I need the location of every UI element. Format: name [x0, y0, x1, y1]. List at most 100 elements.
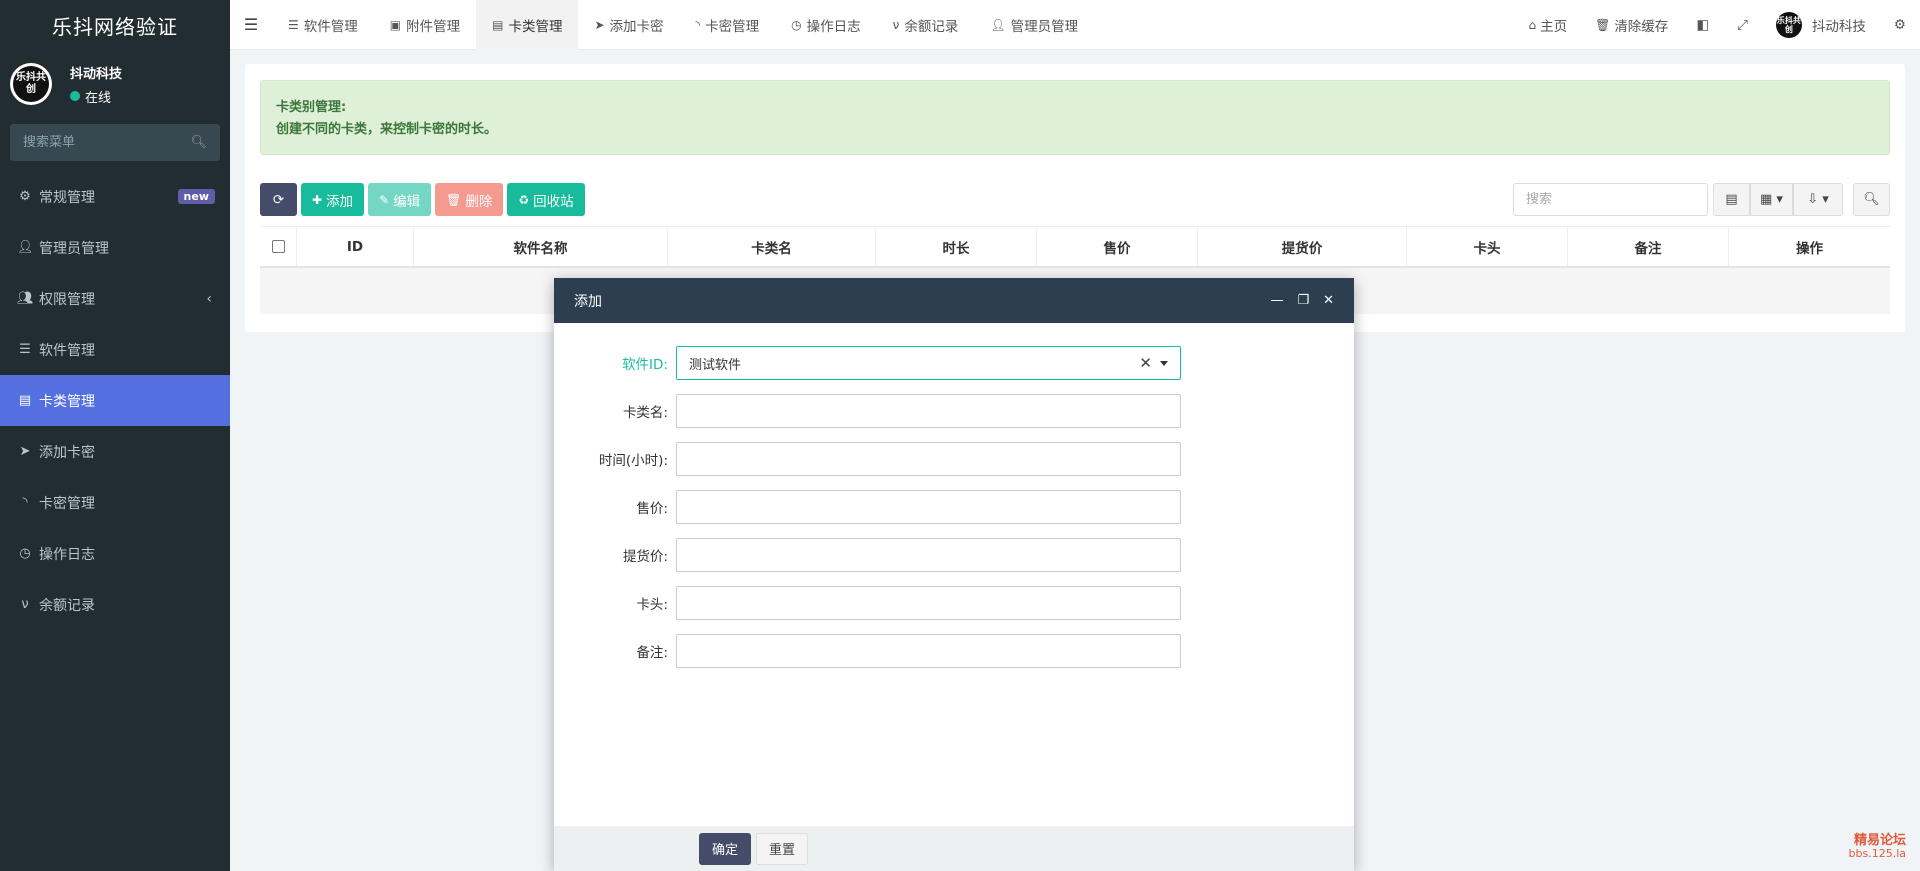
tab-card-types[interactable]: ▤ 卡类管理: [476, 0, 579, 50]
search-icon[interactable]: 🔍︎: [190, 135, 207, 150]
user-icon: 👤︎: [990, 17, 1006, 32]
reset-button[interactable]: 重置: [756, 832, 809, 865]
sidebar-item-balance[interactable]: ν 余额记录: [0, 579, 230, 630]
dialog-footer: 确定 重置: [554, 826, 1354, 871]
vimeo-icon: ν: [21, 597, 29, 612]
refresh-button[interactable]: ⟳: [260, 183, 297, 216]
table-search-input[interactable]: [1526, 192, 1695, 207]
tab-admins[interactable]: 👤︎ 管理员管理: [974, 0, 1094, 50]
sidebar-item-software[interactable]: ☰ 软件管理: [0, 324, 230, 375]
list-icon: ☰: [288, 17, 299, 32]
card-name-field: [676, 394, 1181, 428]
column-header[interactable]: ID: [297, 227, 414, 266]
fullscreen-icon[interactable]: ⤢: [1723, 0, 1762, 50]
sidebar-item-label: 软件管理: [39, 342, 95, 359]
user-menu[interactable]: 乐抖共创 抖动科技: [1762, 0, 1880, 50]
export-dropdown-icon[interactable]: ⇩ ▾: [1793, 183, 1843, 216]
delete-button[interactable]: 🗑︎ 删除: [435, 183, 504, 216]
minimize-icon[interactable]: —: [1270, 293, 1283, 308]
column-header[interactable]: 备注: [1568, 227, 1729, 266]
duration-field: [676, 442, 1181, 476]
sidebar: 乐抖网络验证 乐抖共创 抖动科技 在线 🔍︎ ⚙ 常规管理 new 👤︎ 管理员…: [0, 0, 230, 871]
watermark-line1: 精易论坛: [1853, 833, 1906, 848]
column-header[interactable]: 卡类名: [668, 227, 876, 266]
column-header[interactable]: 操作: [1729, 227, 1890, 266]
card-name-input[interactable]: [689, 403, 1168, 419]
app-logo[interactable]: 乐抖网络验证: [0, 0, 230, 50]
select-all-cell: [260, 227, 297, 266]
menu-search-input[interactable]: [23, 135, 183, 150]
tab-add-card[interactable]: ➤ 添加卡密: [578, 0, 679, 50]
select-all-checkbox[interactable]: [271, 240, 285, 253]
sidebar-item-add-card[interactable]: ➤ 添加卡密: [0, 426, 230, 477]
settings-cogs-icon[interactable]: ⚙: [1880, 0, 1920, 50]
maximize-icon[interactable]: ❐: [1297, 293, 1309, 308]
field-label: 备注:: [636, 645, 668, 661]
card-icon: ▤: [18, 393, 32, 408]
recycle-label: 回收站: [533, 193, 574, 210]
trash-icon: 🗑︎: [446, 192, 462, 207]
tab-bar: ☰ 软件管理 ▣ 附件管理 ▤ 卡类管理 ➤ 添加卡密 ◝ 卡密管理 ◷ 操作日志 ν 余额记…: [272, 0, 1094, 50]
toggle-view-icon[interactable]: ▤: [1713, 183, 1750, 216]
dialog-header[interactable]: 添加 — ❐ ✕: [554, 278, 1354, 323]
duration-input[interactable]: [689, 451, 1168, 467]
sidebar-item-label: 常规管理: [39, 189, 95, 206]
recycle-bin-button[interactable]: ♻ 回收站: [507, 183, 585, 216]
confirm-button[interactable]: 确定: [699, 832, 752, 865]
column-header[interactable]: 售价: [1037, 227, 1198, 266]
add-button[interactable]: ✚ 添加: [301, 183, 365, 216]
add-form: 软件ID: 测试软件 ✕ 卡类名: 时间(小时): 售价: 提货价: 卡头: 备…: [554, 323, 1354, 675]
language-icon[interactable]: ◧: [1682, 0, 1723, 50]
menu-toggle-icon[interactable]: ☰: [230, 0, 272, 50]
caret-down-icon[interactable]: [1160, 360, 1168, 366]
refresh-icon: ⟳: [272, 191, 285, 208]
edit-button[interactable]: ✎ 编辑: [368, 183, 432, 216]
trash-icon: 🗑︎: [1595, 17, 1611, 32]
field-label: 提货价:: [622, 549, 668, 565]
sidebar-item-logs[interactable]: ◷ 操作日志: [0, 528, 230, 579]
price-input[interactable]: [689, 499, 1168, 515]
sidebar-item-card-types[interactable]: ▤ 卡类管理: [0, 375, 230, 426]
pickup-price-input[interactable]: [689, 547, 1168, 563]
close-icon[interactable]: ✕: [1323, 293, 1334, 308]
card-prefix-input[interactable]: [689, 595, 1168, 611]
sidebar-item-card-manage[interactable]: ◝ 卡密管理: [0, 477, 230, 528]
columns-dropdown-icon[interactable]: ▦ ▾: [1750, 183, 1793, 216]
info-alert: 卡类别管理: 创建不同的卡类，来控制卡密的时长。: [260, 80, 1890, 155]
clear-icon[interactable]: ✕: [1139, 354, 1152, 372]
sidebar-item-admins[interactable]: 👤︎ 管理员管理: [0, 222, 230, 273]
select-value: 测试软件: [689, 357, 742, 373]
remark-input[interactable]: [689, 643, 1168, 659]
tab-attachments[interactable]: ▣ 附件管理: [374, 0, 476, 50]
list-icon: ☰: [19, 342, 31, 357]
tab-balance[interactable]: ν 余额记录: [877, 0, 975, 50]
price-field: [676, 490, 1181, 524]
home-link[interactable]: ⌂ 主页: [1514, 0, 1581, 50]
top-right-tools: ⌂ 主页 🗑︎ 清除缓存 ◧ ⤢ 乐抖共创 抖动科技 ⚙: [1514, 0, 1920, 50]
sidebar-item-permissions[interactable]: 👥︎ 权限管理 ‹: [0, 273, 230, 324]
user-panel: 乐抖共创 抖动科技 在线: [0, 50, 230, 118]
rss-icon: ◝: [695, 17, 701, 32]
field-label: 时间(小时):: [598, 453, 668, 469]
column-header[interactable]: 软件名称: [414, 227, 668, 266]
tab-card-manage[interactable]: ◝ 卡密管理: [680, 0, 776, 50]
sidebar-item-general[interactable]: ⚙ 常规管理 new: [0, 171, 230, 222]
sidebar-item-label: 余额记录: [39, 597, 95, 614]
card-icon: ▤: [492, 17, 504, 32]
alert-title: 卡类别管理:: [276, 100, 347, 115]
paper-plane-icon: ➤: [594, 17, 605, 32]
tab-logs[interactable]: ◷ 操作日志: [775, 0, 876, 50]
software-id-select[interactable]: 测试软件 ✕: [676, 346, 1181, 380]
column-header[interactable]: 卡头: [1407, 227, 1568, 266]
column-header[interactable]: 提货价: [1198, 227, 1407, 266]
search-icon[interactable]: 🔍︎: [1853, 183, 1890, 216]
clear-cache-button[interactable]: 🗑︎ 清除缓存: [1581, 0, 1682, 50]
user-status-label: 在线: [85, 90, 112, 106]
tab-software[interactable]: ☰ 软件管理: [272, 0, 374, 50]
column-header[interactable]: 时长: [876, 227, 1037, 266]
sidebar-item-label: 卡密管理: [39, 495, 95, 512]
tab-label: 附件管理: [406, 18, 461, 35]
form-row-card-name: 卡类名:: [554, 387, 1354, 435]
rss-icon: ◝: [22, 495, 28, 510]
top-navbar: ☰ ☰ 软件管理 ▣ 附件管理 ▤ 卡类管理 ➤ 添加卡密 ◝ 卡密管理 ◷ 操作日志 ν余…: [230, 0, 1920, 50]
